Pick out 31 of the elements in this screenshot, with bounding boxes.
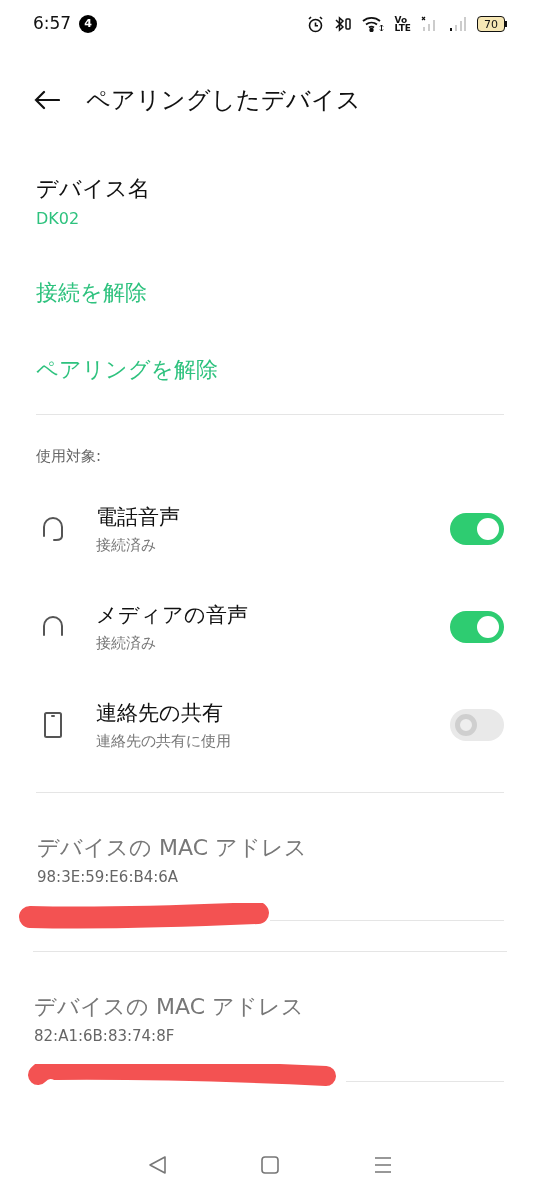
back-icon[interactable] — [146, 1155, 167, 1175]
profile-subtitle: 連絡先の共有に使用 — [96, 730, 232, 752]
profile-title: 電話音声 — [96, 503, 181, 531]
device-name-value: DK02 — [36, 208, 81, 230]
mac-address-label: デバイスの MAC アドレス — [34, 992, 305, 1021]
page-title: ペアリングしたデバイス — [86, 85, 361, 116]
toggle-switch[interactable] — [450, 512, 504, 545]
profile-title: メディアの音声 — [96, 601, 249, 629]
mac-address-value: 82:A1:6B:83:74:8F — [34, 1025, 176, 1047]
clock: 6:57 — [33, 12, 72, 36]
action-link[interactable]: 接続を解除 — [36, 254, 504, 331]
mac-address-value: 98:3E:59:E6:B4:6A — [37, 866, 180, 888]
mac-address-label: デバイスの MAC アドレス — [37, 833, 308, 862]
back-arrow-icon[interactable] — [34, 90, 60, 110]
profile-title: 連絡先の共有 — [96, 699, 224, 727]
action-link[interactable]: ペアリングを解除 — [36, 331, 504, 408]
toggle-switch[interactable] — [450, 610, 504, 643]
battery-indicator: 70 — [477, 16, 505, 32]
bluetooth-icon — [334, 16, 353, 32]
device-name-label: デバイス名 — [36, 175, 151, 203]
volte-indicator: Vo LTE — [394, 16, 411, 32]
notification-badge: 4 — [79, 15, 98, 33]
toggle-switch[interactable] — [450, 708, 504, 741]
signal-icon — [449, 16, 467, 32]
profile-subtitle: 接続済み — [96, 632, 157, 654]
section-label: 使用対象: — [35, 446, 103, 467]
wifi-icon — [362, 16, 385, 32]
menu-icon[interactable] — [373, 1155, 394, 1175]
profile-subtitle: 接続済み — [96, 534, 157, 556]
home-icon[interactable] — [260, 1155, 280, 1175]
alarm-icon — [307, 15, 325, 33]
